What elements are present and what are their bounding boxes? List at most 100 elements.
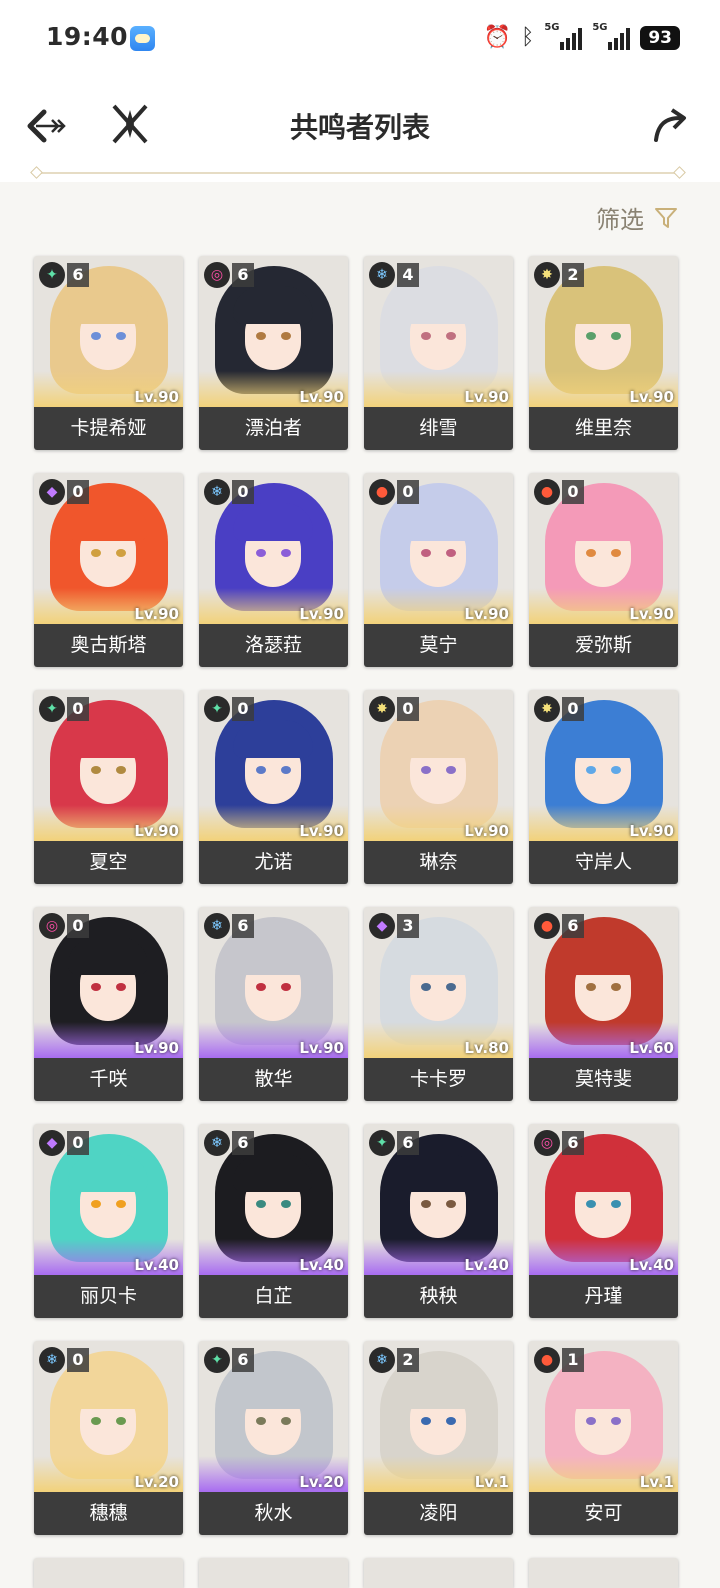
character-name: 丹瑾 [529,1275,678,1318]
character-name: 秧秧 [364,1275,513,1318]
character-card[interactable]: ✸ 0 Lv.90 守岸人 [529,690,678,884]
element-havoc-icon: ◎ [204,262,230,288]
constellation-badge: 0 [562,480,584,504]
level-label: Lv.1 [639,1473,674,1491]
element-fusion-icon: ● [534,913,560,939]
weather-icon [130,26,155,51]
element-electro-icon: ◆ [39,1130,65,1156]
level-label: Lv.90 [299,605,344,623]
status-time: 19:40 [46,22,129,51]
character-card[interactable]: ● 6 Lv.60 莫特斐 [529,907,678,1101]
header: 共鸣者列表 [0,78,720,182]
signal-icon: 5G [544,22,583,50]
filter-label: 筛选 [596,206,644,234]
level-label: Lv.90 [464,822,509,840]
character-name: 白芷 [199,1275,348,1318]
character-name: 穗穗 [34,1492,183,1535]
character-card[interactable]: ✦ 0 Lv.90 尤诺 [199,690,348,884]
constellation-badge: 6 [67,263,89,287]
constellation-badge: 0 [67,914,89,938]
element-havoc-icon: ◎ [534,1130,560,1156]
character-card[interactable]: ◎ 0 Lv.90 千咲 [34,907,183,1101]
constellation-badge: 2 [562,263,584,287]
character-card[interactable]: ❄ 6 Lv.40 白芷 [199,1124,348,1318]
level-label: Lv.90 [134,822,179,840]
level-label: Lv.90 [629,388,674,406]
element-electro-icon: ◆ [39,479,65,505]
character-card[interactable]: ✸ 2 Lv.90 维里奈 [529,256,678,450]
element-fusion-icon: ● [534,479,560,505]
character-card[interactable]: ❄ 4 Lv.90 绯雪 [364,256,513,450]
character-name: 漂泊者 [199,407,348,450]
character-card[interactable]: ◆ 0 Lv.90 奥古斯塔 [34,473,183,667]
element-aero-icon: ✦ [39,262,65,288]
character-name: 绯雪 [364,407,513,450]
level-label: Lv.20 [299,1473,344,1491]
alarm-icon: ⏰ [483,25,512,50]
level-label: Lv.90 [299,1039,344,1057]
constellation-badge: 0 [232,480,254,504]
element-aero-icon: ✦ [204,696,230,722]
constellation-badge: 6 [562,914,584,938]
level-label: Lv.90 [464,388,509,406]
character-card[interactable]: ◆ 0 Lv.40 丽贝卡 [34,1124,183,1318]
element-spectro-icon: ✸ [534,262,560,288]
character-card[interactable]: ✸ 0 Lv.90 琳奈 [364,690,513,884]
character-name: 秋水 [199,1492,348,1535]
constellation-badge: 6 [232,1348,254,1372]
filter-icon [655,207,677,228]
level-label: Lv.40 [134,1256,179,1274]
constellation-badge: 4 [397,263,419,287]
character-name: 夏空 [34,841,183,884]
network-type-label-2: 5G [592,22,608,33]
character-card[interactable]: ✦ 6 Lv.20 秋水 [199,1341,348,1535]
level-label: Lv.40 [299,1256,344,1274]
constellation-badge: 0 [232,697,254,721]
constellation-badge: 0 [562,697,584,721]
character-name: 千咲 [34,1058,183,1101]
level-label: Lv.90 [299,388,344,406]
character-card[interactable]: ❄ 2 Lv.1 凌阳 [364,1341,513,1535]
character-card[interactable]: ● 0 Lv.90 莫宁 [364,473,513,667]
character-card[interactable]: ❄ 0 Lv.20 穗穗 [34,1341,183,1535]
status-bar: 19:40 ⏰ ᛒ 5G 5G 93 [0,0,720,78]
character-name: 洛瑟菈 [199,624,348,667]
element-glacio-icon: ❄ [369,1347,395,1373]
character-card[interactable]: ● 1 Lv.1 安可 [529,1341,678,1535]
character-name: 维里奈 [529,407,678,450]
element-glacio-icon: ❄ [369,262,395,288]
level-label: Lv.90 [134,605,179,623]
constellation-badge: 6 [232,1131,254,1155]
level-label: Lv.90 [464,605,509,623]
element-glacio-icon: ❄ [204,913,230,939]
character-name: 莫特斐 [529,1058,678,1101]
element-aero-icon: ✦ [204,1347,230,1373]
bluetooth-icon: ᛒ [521,25,535,50]
character-card[interactable]: ◆ 3 Lv.80 卡卡罗 [364,907,513,1101]
character-card[interactable]: ❄ 0 Lv.90 洛瑟菈 [199,473,348,667]
character-card[interactable]: ✦ 6 Lv.40 秧秧 [364,1124,513,1318]
level-label: Lv.90 [629,605,674,623]
signal-icon-2: 5G [592,22,631,50]
character-card[interactable]: ✦ 6 Lv.90 卡提希娅 [34,256,183,450]
character-card[interactable]: ❄ 6 Lv.90 散华 [199,907,348,1101]
character-name: 爱弥斯 [529,624,678,667]
character-card[interactable]: ◎ 6 Lv.90 漂泊者 [199,256,348,450]
status-icons: ⏰ ᛒ 5G 5G 93 [483,22,680,52]
constellation-badge: 1 [562,1348,584,1372]
filter-button[interactable]: 筛选 [596,200,678,235]
constellation-badge: 6 [232,914,254,938]
constellation-badge: 6 [232,263,254,287]
character-name: 卡卡罗 [364,1058,513,1101]
element-spectro-icon: ✸ [369,696,395,722]
element-aero-icon: ✦ [39,696,65,722]
share-icon[interactable] [652,108,688,144]
character-name: 尤诺 [199,841,348,884]
battery-indicator: 93 [640,26,680,50]
character-card[interactable]: ✦ 0 Lv.90 夏空 [34,690,183,884]
constellation-badge: 0 [397,480,419,504]
character-name: 奥古斯塔 [34,624,183,667]
character-card[interactable]: ◎ 6 Lv.40 丹瑾 [529,1124,678,1318]
level-label: Lv.80 [464,1039,509,1057]
character-card[interactable]: ● 0 Lv.90 爱弥斯 [529,473,678,667]
